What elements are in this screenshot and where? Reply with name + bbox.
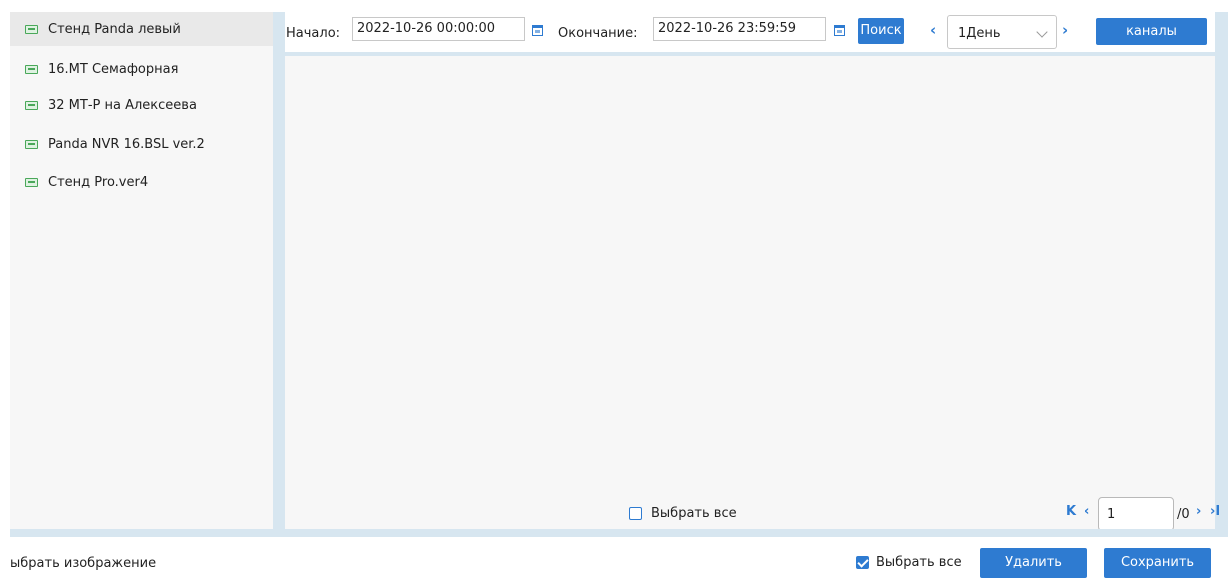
device-icon	[25, 24, 38, 34]
first-page-icon[interactable]: K	[1066, 504, 1076, 519]
device-item-label: Panda NVR 16.BSL ver.2	[48, 136, 205, 152]
period-select[interactable]: 1День	[947, 15, 1057, 49]
bottom-divider	[10, 529, 1228, 537]
start-date-input[interactable]: 2022-10-26 00:00:00	[352, 17, 525, 41]
device-list: Стенд Panda левый 16.МТ Семафорная 32 МТ…	[10, 12, 273, 529]
device-item-label: 32 МТ-Р на Алексеева	[48, 97, 197, 113]
device-item-32mt[interactable]: 32 МТ-Р на Алексеева	[10, 88, 273, 122]
start-calendar-icon[interactable]	[532, 25, 543, 36]
next-page-icon[interactable]: ›	[1196, 504, 1201, 519]
device-icon	[25, 139, 38, 149]
end-calendar-icon[interactable]	[834, 25, 845, 36]
panel-divider	[273, 12, 285, 529]
channels-button[interactable]: каналы	[1096, 18, 1207, 45]
device-item-label: Стенд Pro.ver4	[48, 174, 149, 190]
results-area	[285, 56, 1215, 530]
end-label: Окончание:	[558, 26, 638, 41]
top-border	[0, 0, 1228, 8]
delete-button[interactable]: Удалить	[980, 548, 1087, 578]
content-select-all-checkbox[interactable]	[629, 507, 642, 520]
footer-select-all-checkbox[interactable]	[856, 556, 869, 569]
period-select-value: 1День	[958, 26, 1001, 41]
device-item-panda-nvr[interactable]: Panda NVR 16.BSL ver.2	[10, 127, 273, 161]
device-icon	[25, 64, 38, 74]
device-item-label: Стенд Panda левый	[48, 21, 181, 37]
footer-select-all-label: Выбрать все	[876, 555, 962, 570]
device-icon	[25, 177, 38, 187]
next-period-icon[interactable]: ›	[1062, 21, 1068, 39]
end-date-input[interactable]: 2022-10-26 23:59:59	[653, 17, 826, 41]
page-total: /0	[1177, 507, 1190, 522]
right-border	[1215, 12, 1228, 530]
save-button[interactable]: Сохранить	[1104, 548, 1211, 578]
device-item-label: 16.МТ Семафорная	[48, 61, 179, 77]
chevron-down-icon	[1036, 26, 1048, 38]
prev-period-icon[interactable]: ‹	[930, 21, 936, 39]
start-label: Начало:	[286, 26, 341, 41]
choose-image-label[interactable]: ыбрать изображение	[10, 556, 156, 571]
search-button[interactable]: Поиск	[858, 18, 904, 44]
device-item-stend-pro[interactable]: Стенд Pro.ver4	[10, 165, 273, 199]
content-select-all-label: Выбрать все	[651, 506, 737, 521]
last-page-icon[interactable]: ›I	[1210, 504, 1220, 519]
device-item-16mt[interactable]: 16.МТ Семафорная	[10, 52, 273, 86]
page-number-input[interactable]: 1	[1098, 497, 1174, 531]
device-icon	[25, 100, 38, 110]
prev-page-icon[interactable]: ‹	[1084, 504, 1089, 519]
device-item-stend-panda[interactable]: Стенд Panda левый	[10, 12, 273, 46]
